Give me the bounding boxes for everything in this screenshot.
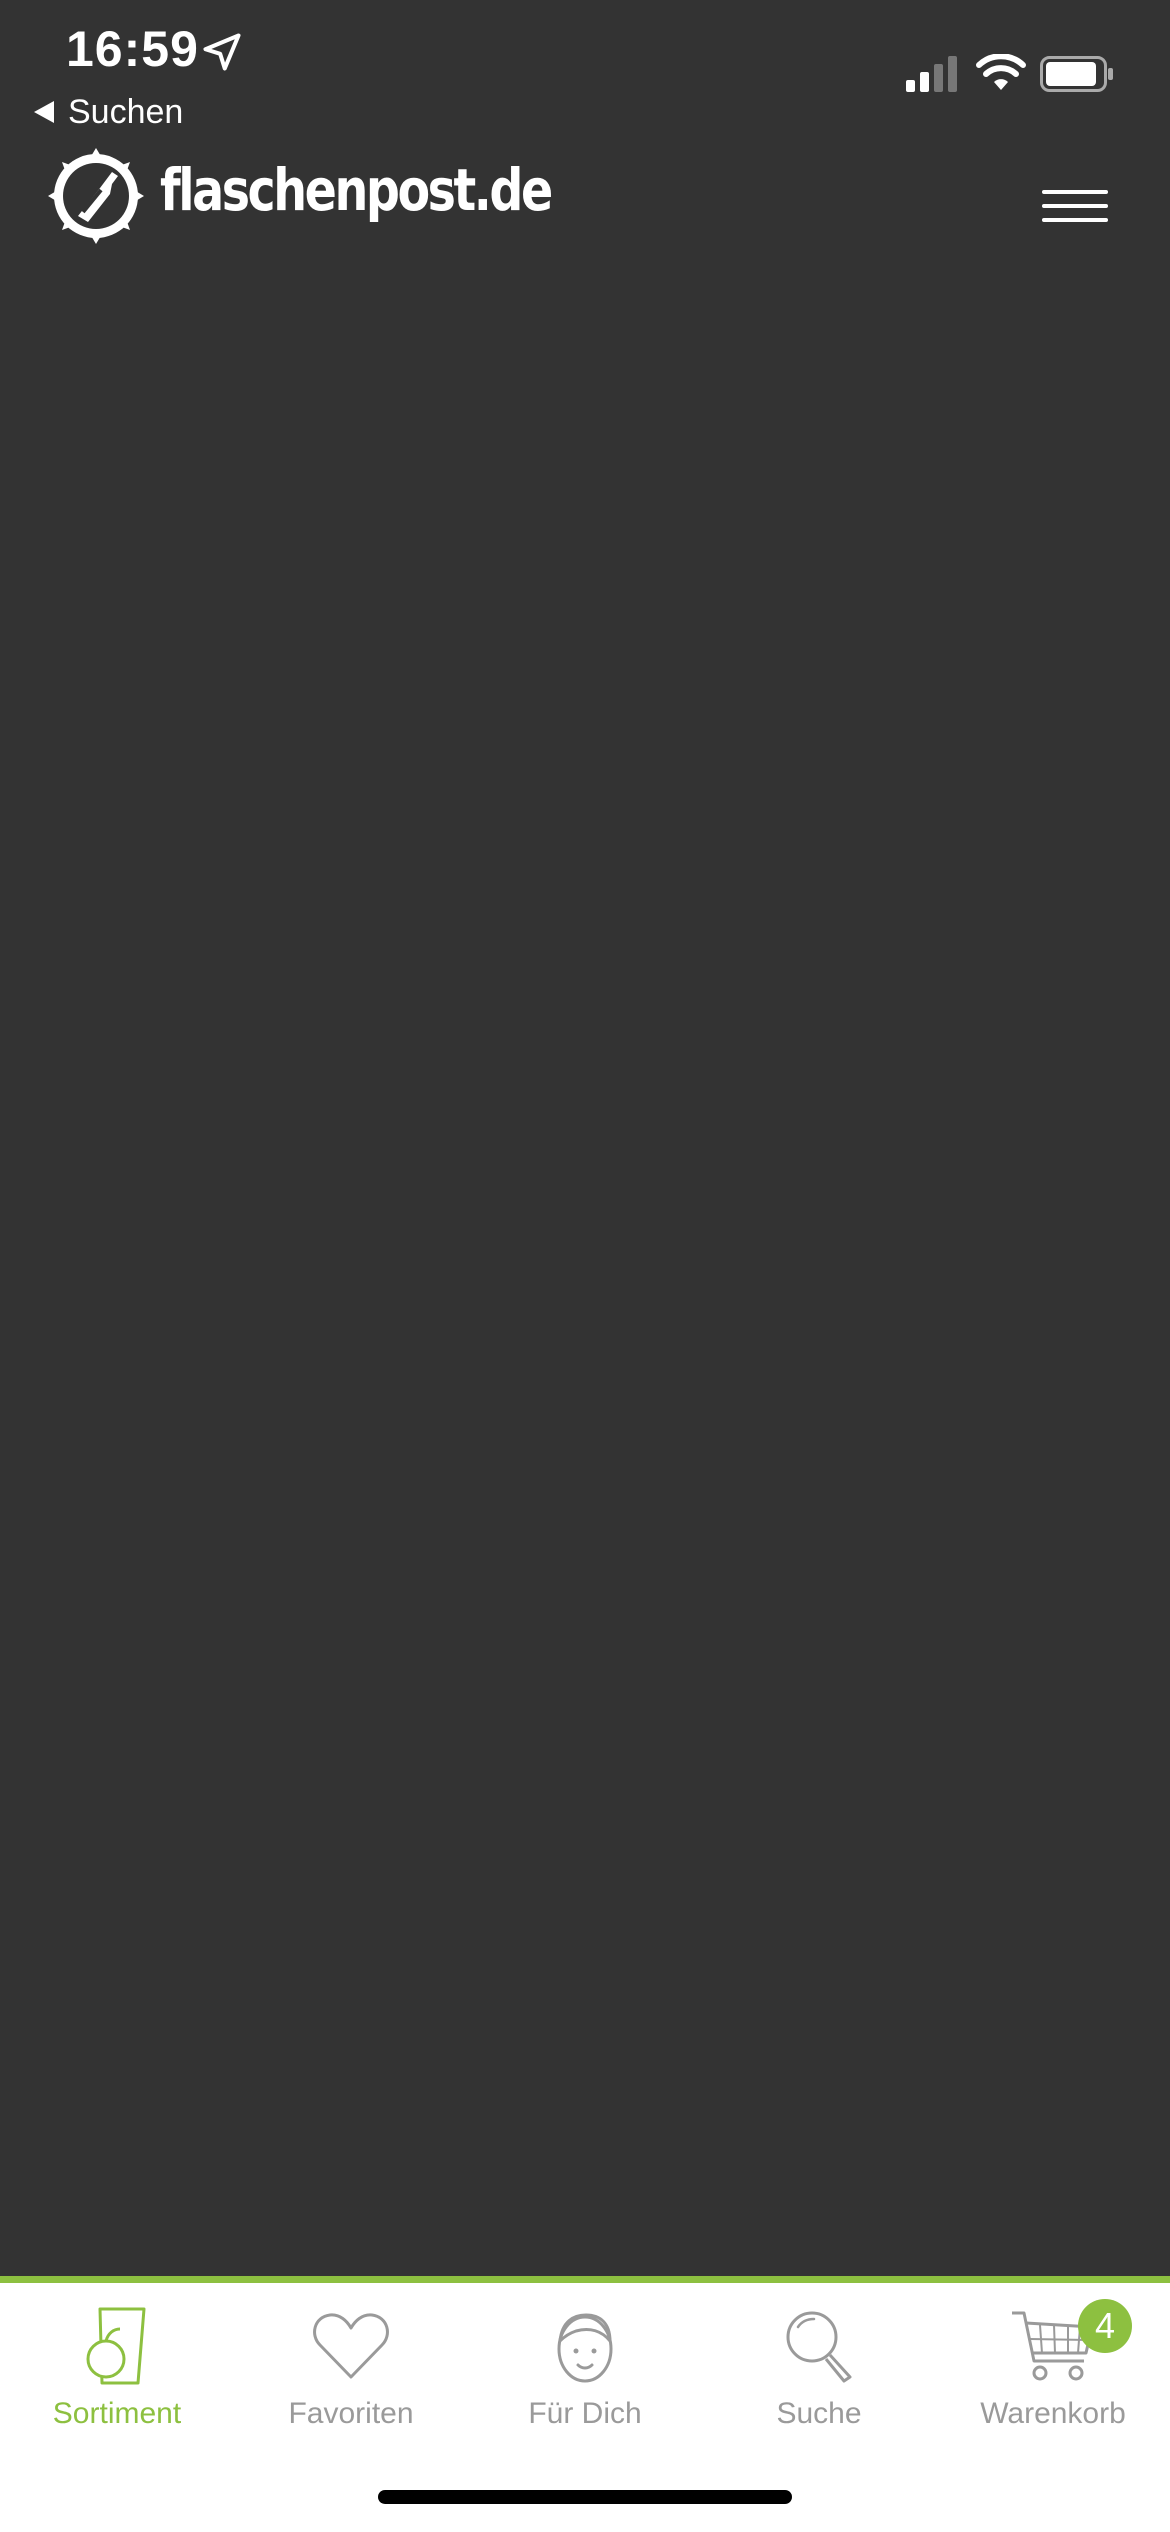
tab-sortiment[interactable]: Sortiment [0, 2301, 234, 2451]
hamburger-line [1042, 218, 1108, 222]
cart-count-badge: 4 [1078, 2299, 1132, 2353]
tab-fuer-dich[interactable]: Für Dich [468, 2301, 702, 2451]
tab-label: Warenkorb [980, 2397, 1126, 2430]
brand-name: flaschenpost.de [160, 156, 553, 224]
app-screen: 16:59 Suchen flaschenpost.de Sortiment F… [0, 0, 1170, 2532]
tab-label: Favoriten [288, 2397, 414, 2430]
wifi-icon [976, 54, 1026, 90]
search-icon [786, 2311, 852, 2383]
flaschenpost-logo-icon[interactable] [46, 146, 146, 246]
tab-suche[interactable]: Suche [702, 2301, 936, 2451]
main-content [0, 270, 1170, 2270]
back-arrow-icon [34, 101, 54, 123]
tab-label: Für Dich [528, 2397, 642, 2430]
tab-label: Suche [776, 2397, 862, 2430]
cellular-signal-icon [906, 56, 957, 92]
tab-label: Sortiment [52, 2397, 182, 2430]
hamburger-menu-button[interactable] [1042, 184, 1114, 230]
back-to-search-link[interactable]: Suchen [34, 90, 183, 134]
hamburger-line [1042, 190, 1108, 194]
status-time: 16:59 [66, 21, 199, 77]
hamburger-line [1042, 204, 1108, 208]
tab-favoriten[interactable]: Favoriten [234, 2301, 468, 2451]
back-label: Suchen [68, 92, 184, 131]
heart-icon [313, 2313, 389, 2379]
battery-icon [1040, 56, 1113, 92]
glass-icon [86, 2307, 146, 2385]
home-indicator[interactable] [378, 2490, 792, 2504]
tab-warenkorb[interactable]: 4 Warenkorb [936, 2299, 1170, 2451]
location-arrow-icon [203, 33, 241, 71]
face-icon [557, 2313, 613, 2383]
